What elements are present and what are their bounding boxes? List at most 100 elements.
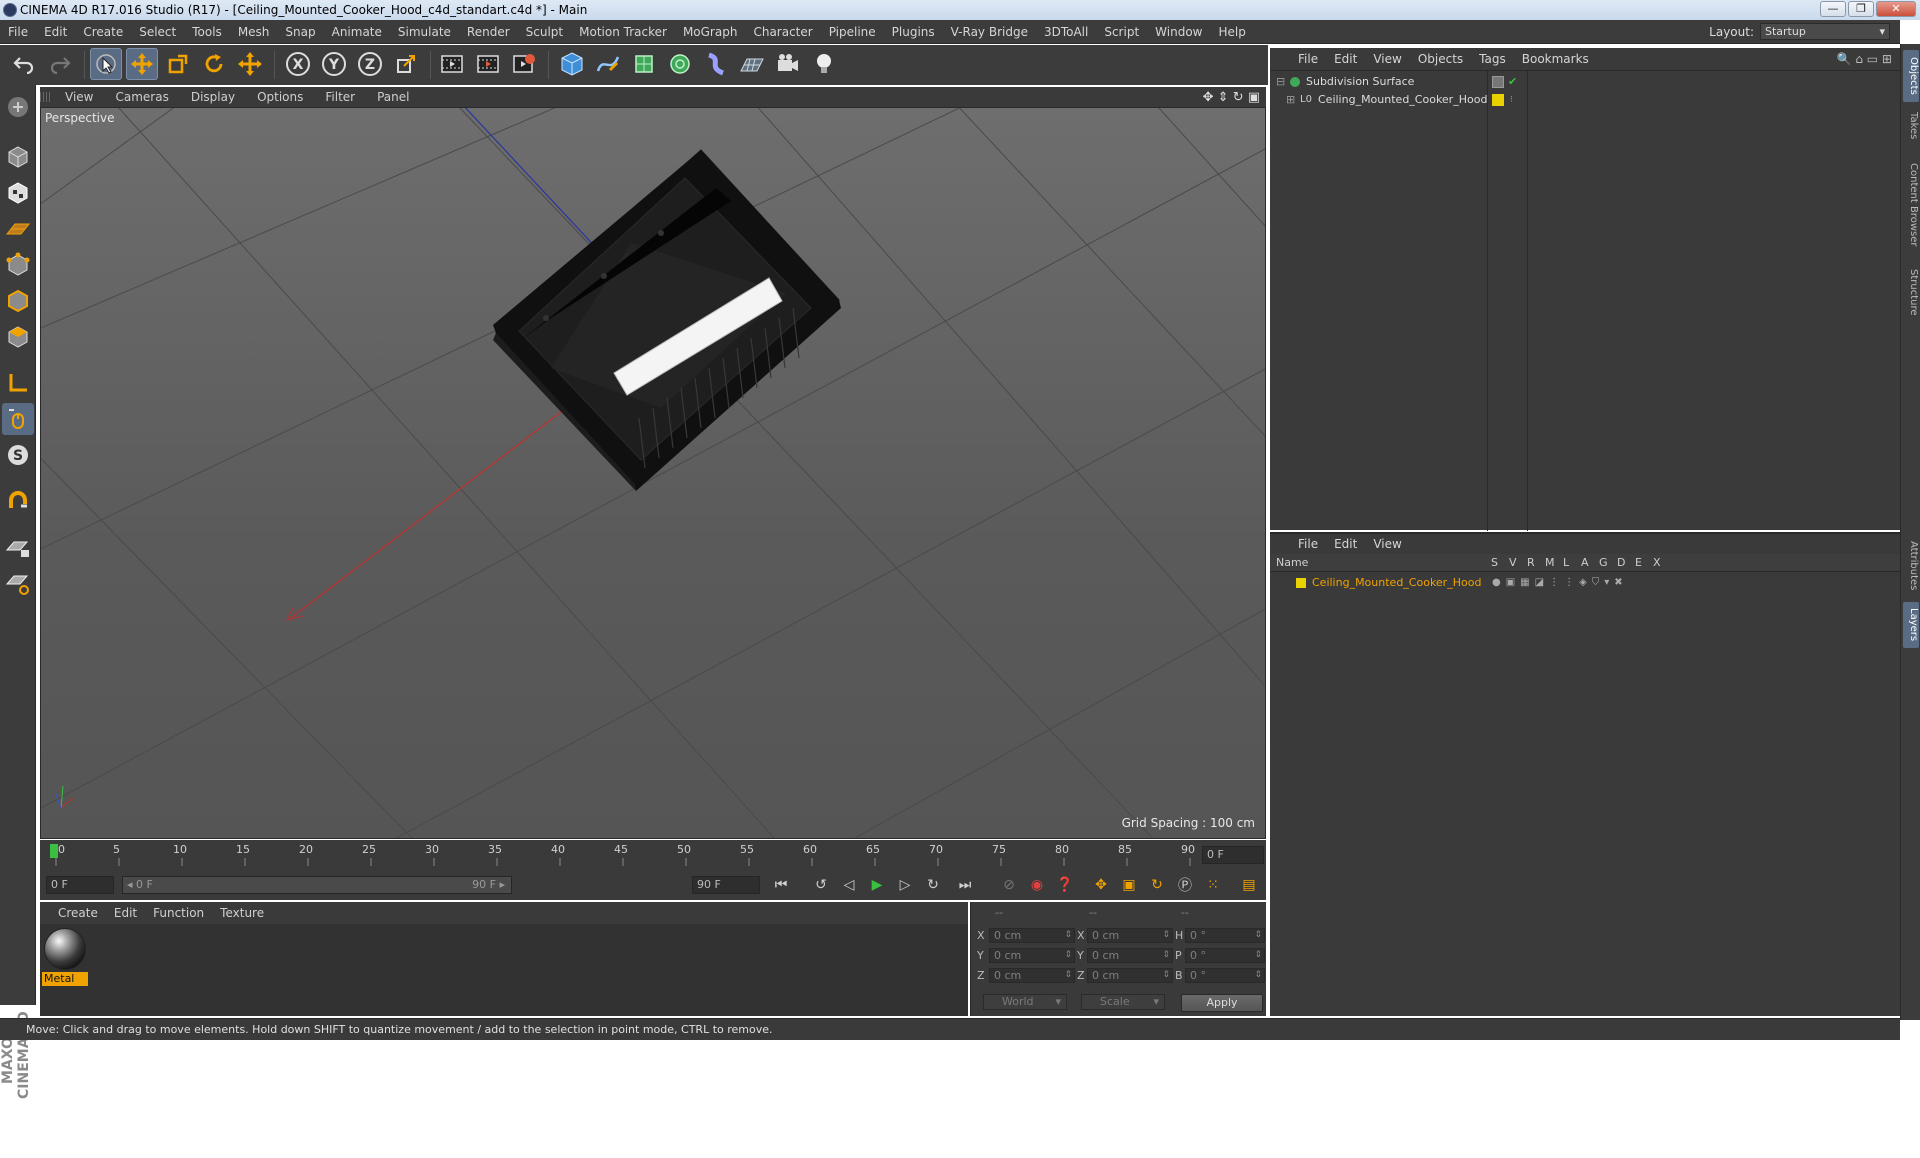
viewport-menu-view[interactable]: View xyxy=(54,90,104,104)
end-frame-field[interactable]: 90 F xyxy=(692,876,760,894)
layer-column-name[interactable]: Name xyxy=(1276,554,1308,572)
position-x-field[interactable]: 0 cm xyxy=(989,928,1075,943)
menu-plugins[interactable]: Plugins xyxy=(884,25,943,39)
key-scale-icon[interactable]: ▣ xyxy=(1118,874,1140,896)
position-y-field[interactable]: 0 cm xyxy=(989,948,1075,963)
menu-select[interactable]: Select xyxy=(131,25,184,39)
material-menu-function[interactable]: Function xyxy=(145,906,212,920)
floor-icon[interactable] xyxy=(736,48,768,80)
viewport-nav-icons[interactable]: ✥ ⇕ ↻ ▣ xyxy=(1192,90,1266,105)
material-menu-create[interactable]: Create xyxy=(50,906,106,920)
apply-button[interactable]: Apply xyxy=(1181,994,1263,1012)
locked-workplane-icon[interactable] xyxy=(2,567,34,599)
timeline-window-icon[interactable]: ▤ xyxy=(1238,874,1260,896)
viewport-menu-display[interactable]: Display xyxy=(180,90,246,104)
layer-menu-view[interactable]: View xyxy=(1365,537,1409,551)
undo-icon[interactable] xyxy=(8,48,40,80)
object-menu-file[interactable]: File xyxy=(1290,52,1326,66)
go-to-end-icon[interactable]: ⏭ xyxy=(954,874,976,896)
close-button[interactable]: ✕ xyxy=(1876,1,1916,17)
magnet-icon[interactable] xyxy=(2,485,34,517)
viewport-menu-cameras[interactable]: Cameras xyxy=(104,90,179,104)
size-z-field[interactable]: 0 cm xyxy=(1087,968,1173,983)
menu-window[interactable]: Window xyxy=(1147,25,1210,39)
render-view-icon[interactable] xyxy=(436,48,468,80)
size-mode-select[interactable]: Scale xyxy=(1081,994,1165,1010)
layer-column-l[interactable]: L xyxy=(1563,554,1569,572)
model-mode-icon[interactable] xyxy=(2,141,34,173)
size-x-field[interactable]: 0 cm xyxy=(1087,928,1173,943)
material-menu-texture[interactable]: Texture xyxy=(212,906,272,920)
object-menu-tags[interactable]: Tags xyxy=(1471,52,1514,66)
layer-row[interactable]: Ceiling_Mounted_Cooker_Hood ●▣▦◪⋮⋮◈⛉▾✖ xyxy=(1270,574,1900,592)
make-editable-icon[interactable] xyxy=(2,91,34,123)
menu-mesh[interactable]: Mesh xyxy=(230,25,278,39)
menu-pipeline[interactable]: Pipeline xyxy=(821,25,884,39)
viewport-menu-options[interactable]: Options xyxy=(246,90,314,104)
layer-column-x[interactable]: X xyxy=(1653,554,1661,572)
expand-icon[interactable]: ⊞ xyxy=(1286,91,1295,109)
render-picture-viewer-icon[interactable] xyxy=(472,48,504,80)
object-row-subdivision-surface[interactable]: ⊟ Subdivision Surface ✔ xyxy=(1270,73,1900,91)
current-frame-field[interactable]: 0 F xyxy=(1202,846,1264,864)
menu-motion-tracker[interactable]: Motion Tracker xyxy=(571,25,675,39)
layer-column-a[interactable]: A xyxy=(1581,554,1589,572)
collapse-icon[interactable]: ⊟ xyxy=(1276,73,1285,91)
menu-mograph[interactable]: MoGraph xyxy=(675,25,746,39)
key-pla-icon[interactable]: ⁙ xyxy=(1202,874,1224,896)
tab-layers[interactable]: Layers xyxy=(1903,602,1919,648)
viewport-menu-panel[interactable]: Panel xyxy=(366,90,420,104)
material-name-label[interactable]: Metal xyxy=(42,972,88,986)
menu-sculpt[interactable]: Sculpt xyxy=(518,25,571,39)
tab-takes[interactable]: Takes xyxy=(1903,106,1919,146)
deformer-icon[interactable] xyxy=(700,48,732,80)
rotation-h-field[interactable]: 0 ° xyxy=(1185,928,1265,943)
frame-range-slider[interactable]: ◂ 0 F 90 F ▸ xyxy=(122,876,512,894)
rotation-b-field[interactable]: 0 ° xyxy=(1185,968,1265,983)
menu-help[interactable]: Help xyxy=(1210,25,1253,39)
cube-primitive-icon[interactable] xyxy=(556,48,588,80)
object-name[interactable]: Ceiling_Mounted_Cooker_Hood xyxy=(1318,91,1487,109)
layer-column-v[interactable]: V xyxy=(1509,554,1517,572)
autokeying-icon[interactable]: ❓ xyxy=(1054,874,1076,896)
layer-column-g[interactable]: G xyxy=(1599,554,1608,572)
menu-edit[interactable]: Edit xyxy=(36,25,75,39)
workplane-lock-icon[interactable] xyxy=(2,531,34,563)
layer-column-m[interactable]: M xyxy=(1545,554,1555,572)
previous-key-icon[interactable]: ↺ xyxy=(810,874,832,896)
menu-animate[interactable]: Animate xyxy=(324,25,390,39)
transform-icon[interactable] xyxy=(234,48,266,80)
start-frame-field[interactable]: 0 F xyxy=(46,876,114,894)
material-preview-metal[interactable] xyxy=(44,928,86,970)
record-keys-disabled-icon[interactable]: ⊘ xyxy=(998,874,1020,896)
light-icon[interactable] xyxy=(808,48,840,80)
object-menu-objects[interactable]: Objects xyxy=(1410,52,1471,66)
object-manager-search-icon[interactable]: 🔍 ⌂ ▭ ⊞ xyxy=(1829,52,1900,66)
enabled-check-icon[interactable]: ✔ xyxy=(1508,73,1517,91)
menu-render[interactable]: Render xyxy=(459,25,518,39)
key-rotation-icon[interactable]: ↻ xyxy=(1146,874,1168,896)
coordinate-system-icon[interactable] xyxy=(390,48,422,80)
key-position-icon[interactable]: ✥ xyxy=(1090,874,1112,896)
object-row-cooker-hood[interactable]: ⊞ L0 Ceiling_Mounted_Cooker_Hood ⁝ xyxy=(1270,91,1900,109)
layer-toggle-icons[interactable]: ●▣▦◪⋮⋮◈⛉▾✖ xyxy=(1492,574,1628,592)
move-icon[interactable] xyxy=(126,48,158,80)
cloner-icon[interactable] xyxy=(664,48,696,80)
next-key-icon[interactable]: ↻ xyxy=(922,874,944,896)
next-frame-icon[interactable]: ▷ xyxy=(894,874,916,896)
subdivision-surface-icon[interactable] xyxy=(628,48,660,80)
z-axis-icon[interactable]: Z xyxy=(354,48,386,80)
workplane-mode-icon[interactable] xyxy=(2,213,34,245)
menu-character[interactable]: Character xyxy=(745,25,820,39)
position-z-field[interactable]: 0 cm xyxy=(989,968,1075,983)
minimize-button[interactable]: — xyxy=(1820,1,1846,17)
live-selection-icon[interactable] xyxy=(90,48,122,80)
object-menu-edit[interactable]: Edit xyxy=(1326,52,1365,66)
size-y-field[interactable]: 0 cm xyxy=(1087,948,1173,963)
maximize-button[interactable]: ❐ xyxy=(1848,1,1874,17)
tweak-mode-icon[interactable] xyxy=(2,403,34,435)
menu-simulate[interactable]: Simulate xyxy=(390,25,459,39)
x-axis-icon[interactable]: X xyxy=(282,48,314,80)
layer-menu-file[interactable]: File xyxy=(1290,537,1326,551)
y-axis-icon[interactable]: Y xyxy=(318,48,350,80)
